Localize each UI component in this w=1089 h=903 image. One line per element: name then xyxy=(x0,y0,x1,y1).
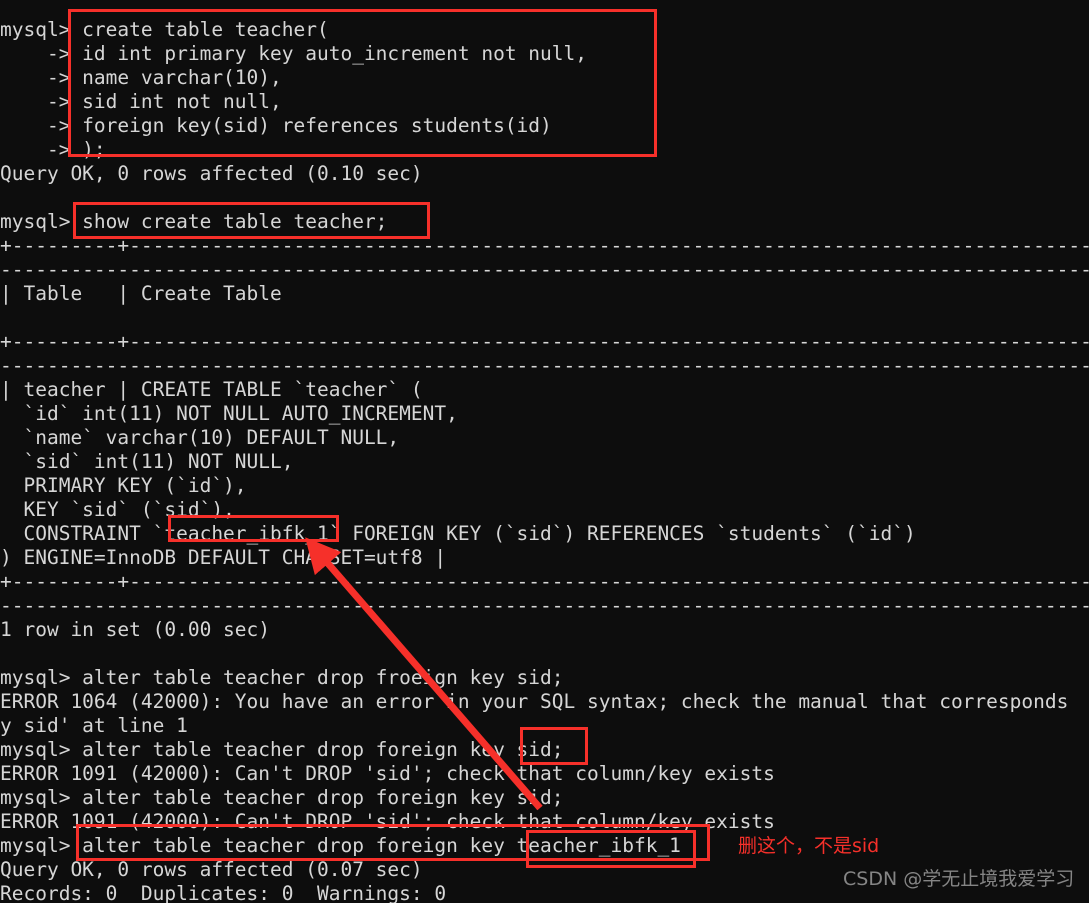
csdn-watermark: CSDN @学无止境我爱学习 xyxy=(843,868,1075,890)
terminal-line: mysql> create table teacher( xyxy=(0,18,329,41)
terminal-line: KEY `sid` (`sid`), xyxy=(0,498,235,521)
terminal-line: `id` int(11) NOT NULL AUTO_INCREMENT, xyxy=(0,402,458,425)
terminal-line: mysql> alter table teacher drop froeign … xyxy=(0,666,564,689)
terminal-line: | Table | Create Table xyxy=(0,282,282,305)
terminal-line: mysql> show create table teacher; xyxy=(0,210,388,233)
terminal-line: ----------------------------------------… xyxy=(0,594,1089,617)
terminal-line: PRIMARY KEY (`id`), xyxy=(0,474,247,497)
terminal-line: y sid' at line 1 xyxy=(0,714,188,737)
terminal-line: mysql> alter table teacher drop foreign … xyxy=(0,738,564,761)
terminal-line: ) ENGINE=InnoDB DEFAULT CHARSET=utf8 | xyxy=(0,546,447,569)
terminal-line: ERROR 1091 (42000): Can't DROP 'sid'; ch… xyxy=(0,810,775,833)
terminal-line: mysql> alter table teacher drop foreign … xyxy=(0,786,564,809)
terminal-line: -> sid int not null, xyxy=(0,90,282,113)
terminal-line: mysql> alter table teacher drop foreign … xyxy=(0,834,681,857)
terminal-line: ----------------------------------------… xyxy=(0,354,1089,377)
terminal-line: +---------+-----------------------------… xyxy=(0,234,1089,257)
terminal-line: `sid` int(11) NOT NULL, xyxy=(0,450,294,473)
terminal-line: Query OK, 0 rows affected (0.07 sec) xyxy=(0,858,423,881)
terminal-line: -> name varchar(10), xyxy=(0,66,282,89)
terminal-line: Records: 0 Duplicates: 0 Warnings: 0 xyxy=(0,882,447,903)
terminal-line: CONSTRAINT `teacher_ibfk_1` FOREIGN KEY … xyxy=(0,522,916,545)
terminal-line: Query OK, 0 rows affected (0.10 sec) xyxy=(0,162,423,185)
terminal-window[interactable]: mysql> create table teacher( -> id int p… xyxy=(0,0,1089,903)
terminal-line: +---------+-----------------------------… xyxy=(0,330,1089,353)
terminal-line: 1 row in set (0.00 sec) xyxy=(0,618,271,641)
terminal-line: ERROR 1064 (42000): You have an error in… xyxy=(0,690,1069,713)
terminal-line: `name` varchar(10) DEFAULT NULL, xyxy=(0,426,400,449)
terminal-line: +---------+-----------------------------… xyxy=(0,570,1089,593)
terminal-line: -> ); xyxy=(0,138,106,161)
terminal-line: ----------------------------------------… xyxy=(0,258,1089,281)
terminal-line: -> id int primary key auto_increment not… xyxy=(0,42,587,65)
terminal-line: -> foreign key(sid) references students(… xyxy=(0,114,552,137)
terminal-line: ERROR 1091 (42000): Can't DROP 'sid'; ch… xyxy=(0,762,775,785)
chinese-annotation-note: 删这个，不是sid xyxy=(738,835,880,857)
terminal-line: | teacher | CREATE TABLE `teacher` ( xyxy=(0,378,423,401)
